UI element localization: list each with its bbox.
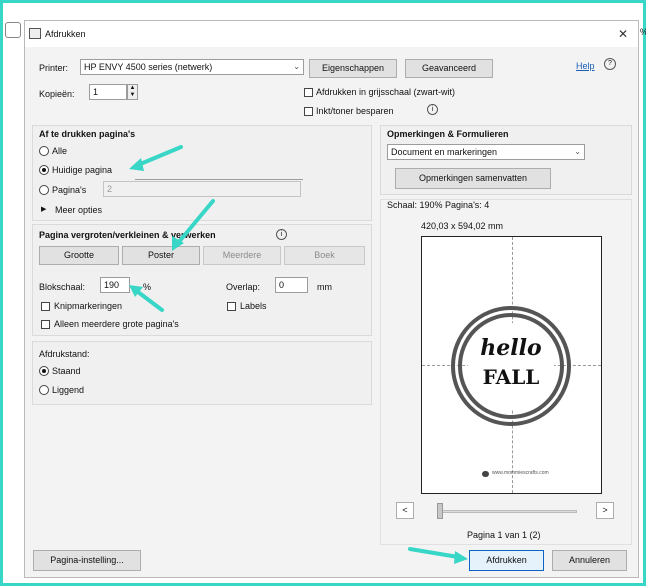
page-info: Pagina 1 van 1 (2)	[467, 530, 541, 540]
pages-range-input[interactable]: 2	[103, 181, 301, 197]
printer-icon	[29, 28, 41, 39]
page-slider-thumb[interactable]	[437, 503, 443, 519]
large-only-label: Alleen meerdere grote pagina's	[54, 319, 179, 329]
portrait-label: Staand	[52, 366, 81, 376]
copies-stepper[interactable]: ▲ ▼	[127, 84, 138, 100]
page-slider-track[interactable]	[437, 510, 577, 513]
percent-unit: %	[143, 282, 152, 292]
art-footer: www.mommiescrafts.com	[492, 470, 549, 476]
printer-select[interactable]: HP ENVY 4500 series (netwerk) ⌄	[80, 59, 304, 75]
tile-scale-input[interactable]: 190	[100, 277, 130, 293]
large-only-checkbox[interactable]	[41, 320, 50, 329]
pages-divider	[135, 179, 303, 180]
help-link[interactable]: Help	[576, 61, 595, 71]
pages-range-label: Pagina's	[52, 185, 87, 195]
chevron-down-icon: ⌄	[293, 62, 300, 71]
cancel-button[interactable]: Annuleren	[552, 550, 627, 571]
properties-button[interactable]: Eigenschappen	[309, 59, 397, 78]
art-text-fall: FALL	[482, 365, 540, 389]
pages-range-radio[interactable]	[39, 185, 49, 195]
info-icon: i	[427, 104, 438, 115]
scale-info: Schaal: 190% Pagina's: 4	[387, 200, 490, 210]
comments-select[interactable]: Document en markeringen ⌄	[387, 144, 585, 160]
expand-triangle-icon[interactable]: ▶	[41, 205, 46, 213]
save-ink-checkbox[interactable]	[304, 107, 313, 116]
pages-heading: Af te drukken pagina's	[39, 129, 136, 139]
size-button[interactable]: Grootte	[39, 246, 119, 265]
cut-marks-checkbox[interactable]	[41, 302, 50, 311]
printer-label: Printer:	[39, 63, 69, 73]
labels-checkbox[interactable]	[227, 302, 236, 311]
more-options-label[interactable]: Meer opties	[55, 205, 102, 215]
grayscale-label: Afdrukken in grijsschaal (zwart-wit)	[316, 87, 456, 97]
close-icon[interactable]: ✕	[618, 27, 628, 41]
multiple-button[interactable]: Meerdere	[203, 246, 281, 265]
grayscale-checkbox[interactable]	[304, 88, 313, 97]
dialog-title: Afdrukken	[45, 29, 86, 39]
landscape-label: Liggend	[52, 385, 85, 395]
copies-input[interactable]: 1	[89, 84, 127, 100]
poster-button[interactable]: Poster	[122, 246, 200, 265]
overlap-unit: mm	[317, 282, 332, 292]
overlap-input[interactable]: 0	[275, 277, 308, 293]
tile-scale-label: Blokschaal:	[39, 282, 86, 292]
pages-current-label: Huidige pagina	[52, 165, 113, 175]
prev-page-button[interactable]: <	[396, 502, 414, 519]
art-logo-icon	[482, 471, 489, 477]
labels-label: Labels	[240, 301, 267, 311]
summarize-comments-button[interactable]: Opmerkingen samenvatten	[395, 168, 551, 189]
scaling-heading: Pagina vergroten/verkleinen & verwerken	[39, 230, 216, 240]
portrait-radio[interactable]	[39, 366, 49, 376]
overlap-label: Overlap:	[226, 282, 261, 292]
title-bar: Afdrukken ✕	[25, 21, 638, 47]
background-app-icon	[5, 22, 21, 38]
advanced-button[interactable]: Geavanceerd	[405, 59, 493, 78]
pages-all-label: Alle	[52, 146, 68, 156]
cut-marks-label: Knipmarkeringen	[54, 301, 123, 311]
booklet-button[interactable]: Boek	[284, 246, 365, 265]
print-dialog: Afdrukken ✕ Printer: HP ENVY 4500 series…	[24, 20, 639, 578]
copies-label: Kopieën:	[39, 89, 75, 99]
page-setup-button[interactable]: Pagina-instelling...	[33, 550, 141, 571]
chevron-down-icon: ⌄	[574, 147, 581, 156]
page-preview: hello FALL www.mommiescrafts.com	[421, 236, 602, 494]
background-edge-text: %	[640, 27, 646, 37]
next-page-button[interactable]: >	[596, 502, 614, 519]
pages-current-radio[interactable]	[39, 165, 49, 175]
landscape-radio[interactable]	[39, 385, 49, 395]
art-text-hello: hello	[480, 335, 542, 361]
print-button[interactable]: Afdrukken	[469, 550, 544, 571]
info-icon: i	[276, 229, 287, 240]
pages-all-radio[interactable]	[39, 146, 49, 156]
comments-heading: Opmerkingen & Formulieren	[387, 129, 509, 139]
orientation-heading: Afdrukstand:	[39, 349, 90, 359]
help-icon[interactable]: ?	[604, 58, 616, 70]
save-ink-label: Inkt/toner besparen	[316, 106, 394, 116]
paper-dimensions: 420,03 x 594,02 mm	[421, 221, 504, 231]
